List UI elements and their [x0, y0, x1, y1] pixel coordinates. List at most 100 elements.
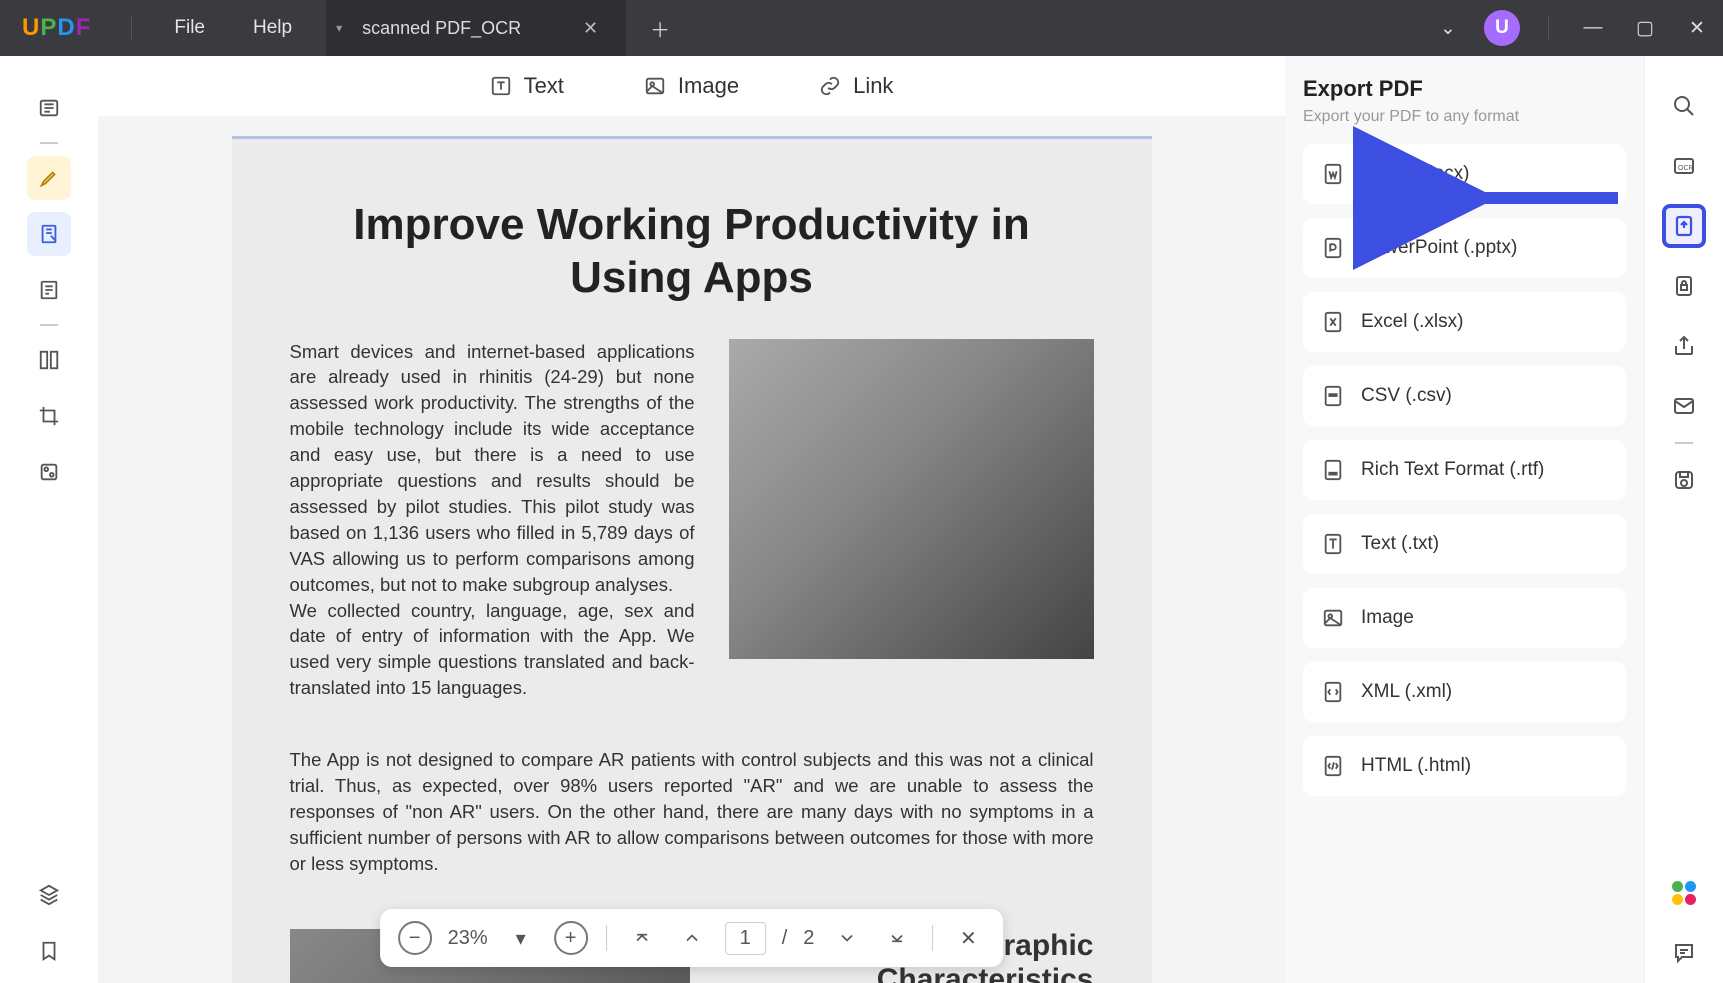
menu-help[interactable]: Help: [229, 17, 316, 39]
page-nav-toolbar: − 23% ▾ + 1 / 2 ✕: [380, 909, 1004, 967]
export-excel-button[interactable]: Excel (.xlsx): [1303, 292, 1626, 352]
organize-icon[interactable]: [27, 338, 71, 382]
save-icon[interactable]: [1662, 458, 1706, 502]
export-format-label: HTML (.html): [1361, 755, 1471, 777]
app-logo: UPDF: [22, 14, 91, 42]
close-tab-icon[interactable]: ✕: [555, 18, 598, 39]
zoom-value: 23%: [448, 927, 488, 950]
file-csv-icon: [1321, 384, 1345, 408]
export-format-label: Excel (.xlsx): [1361, 311, 1463, 333]
nav-separator: [606, 925, 607, 951]
next-page-button[interactable]: [830, 921, 864, 955]
first-page-button[interactable]: [625, 921, 659, 955]
export-format-label: CSV (.csv): [1361, 385, 1452, 407]
search-icon[interactable]: [1662, 84, 1706, 128]
tab-dropdown-icon[interactable]: ▾: [336, 21, 342, 35]
layers-icon[interactable]: [27, 873, 71, 917]
ai-assistant-icon[interactable]: [1662, 871, 1706, 915]
export-format-label: Rich Text Format (.rtf): [1361, 459, 1544, 481]
export-powerpoint-button[interactable]: PowerPoint (.pptx): [1303, 218, 1626, 278]
titlebar-separator: [1548, 16, 1549, 40]
edit-text-button[interactable]: Text: [490, 73, 564, 99]
window-close-button[interactable]: ✕: [1671, 0, 1723, 56]
ocr-icon: OCR: [1662, 144, 1706, 188]
export-html-button[interactable]: HTML (.html): [1303, 736, 1626, 796]
tools-icon[interactable]: [27, 450, 71, 494]
crop-icon[interactable]: [27, 394, 71, 438]
left-toolbar: [4, 60, 94, 979]
pdf-page: Improve Working Productivity in Using Ap…: [232, 136, 1152, 983]
export-format-label: Word (.docx): [1361, 163, 1469, 185]
reader-mode-icon[interactable]: [27, 86, 71, 130]
file-html-icon: [1321, 754, 1345, 778]
prev-page-button[interactable]: [675, 921, 709, 955]
nav-separator: [932, 925, 933, 951]
page-separator: /: [782, 927, 788, 950]
edit-image-label: Image: [678, 73, 739, 99]
close-nav-button[interactable]: ✕: [951, 921, 985, 955]
user-avatar[interactable]: U: [1484, 10, 1520, 46]
export-rtf-button[interactable]: Rich Text Format (.rtf): [1303, 440, 1626, 500]
svg-text:OCR: OCR: [1678, 165, 1694, 172]
bookmark-icon[interactable]: [27, 929, 71, 973]
export-panel-subtitle: Export your PDF to any format: [1303, 108, 1626, 126]
pages-icon[interactable]: [27, 268, 71, 312]
export-word-button[interactable]: Word (.docx): [1303, 144, 1626, 204]
file-word-icon: [1321, 162, 1345, 186]
doc-paragraph: We collected country, language, age, sex…: [290, 598, 695, 702]
document-viewport[interactable]: Improve Working Productivity in Using Ap…: [98, 116, 1285, 983]
export-panel: Export PDF Export your PDF to any format…: [1285, 56, 1645, 983]
tab-title: scanned PDF_OCR: [362, 18, 521, 39]
export-txt-button[interactable]: Text (.txt): [1303, 514, 1626, 574]
export-format-label: Image: [1361, 607, 1414, 629]
protect-icon[interactable]: [1662, 264, 1706, 308]
file-excel-icon: [1321, 310, 1345, 334]
export-pdf-icon[interactable]: [1662, 204, 1706, 248]
doc-paragraph: The App is not designed to compare AR pa…: [290, 747, 1094, 876]
edit-link-label: Link: [853, 73, 893, 99]
export-format-label: Text (.txt): [1361, 533, 1439, 555]
email-icon[interactable]: [1662, 384, 1706, 428]
export-format-label: XML (.xml): [1361, 681, 1452, 703]
edit-image-button[interactable]: Image: [644, 73, 739, 99]
window-minimize-button[interactable]: —: [1567, 0, 1619, 56]
edit-link-button[interactable]: Link: [819, 73, 893, 99]
tabs-dropdown-icon[interactable]: ⌄: [1422, 0, 1474, 56]
toolbar-divider: [1675, 442, 1693, 444]
file-powerpoint-icon: [1321, 236, 1345, 260]
zoom-dropdown-icon[interactable]: ▾: [504, 921, 538, 955]
titlebar-separator: [131, 16, 132, 40]
share-icon[interactable]: [1662, 324, 1706, 368]
zoom-in-button[interactable]: +: [554, 921, 588, 955]
edit-text-label: Text: [524, 73, 564, 99]
file-image-icon: [1321, 606, 1345, 630]
page-input[interactable]: 1: [725, 922, 766, 955]
export-image-button[interactable]: Image: [1303, 588, 1626, 648]
export-xml-button[interactable]: XML (.xml): [1303, 662, 1626, 722]
highlighter-icon[interactable]: [27, 156, 71, 200]
file-rtf-icon: [1321, 458, 1345, 482]
export-panel-title: Export PDF: [1303, 76, 1626, 102]
toolbar-divider: [40, 324, 58, 326]
menu-file[interactable]: File: [150, 17, 229, 39]
text-icon: [490, 75, 512, 97]
window-maximize-button[interactable]: ▢: [1619, 0, 1671, 56]
link-icon: [819, 75, 841, 97]
image-icon: [644, 75, 666, 97]
document-image: [729, 339, 1094, 659]
edit-mode-icon[interactable]: [27, 212, 71, 256]
edit-toolbar: Text Image Link: [98, 56, 1285, 116]
comment-icon[interactable]: [1662, 931, 1706, 975]
right-toolbar: OCR: [1645, 56, 1723, 983]
zoom-out-button[interactable]: −: [398, 921, 432, 955]
export-format-label: PowerPoint (.pptx): [1361, 237, 1517, 259]
doc-title: Improve Working Productivity in Using Ap…: [290, 199, 1094, 305]
last-page-button[interactable]: [880, 921, 914, 955]
toolbar-divider: [40, 142, 58, 144]
document-tab[interactable]: ▾ scanned PDF_OCR ✕: [326, 0, 626, 56]
file-text-icon: [1321, 532, 1345, 556]
doc-paragraph: Smart devices and internet-based applica…: [290, 339, 695, 598]
new-tab-button[interactable]: ＋: [626, 14, 694, 43]
export-csv-button[interactable]: CSV (.csv): [1303, 366, 1626, 426]
total-pages: 2: [803, 927, 814, 950]
